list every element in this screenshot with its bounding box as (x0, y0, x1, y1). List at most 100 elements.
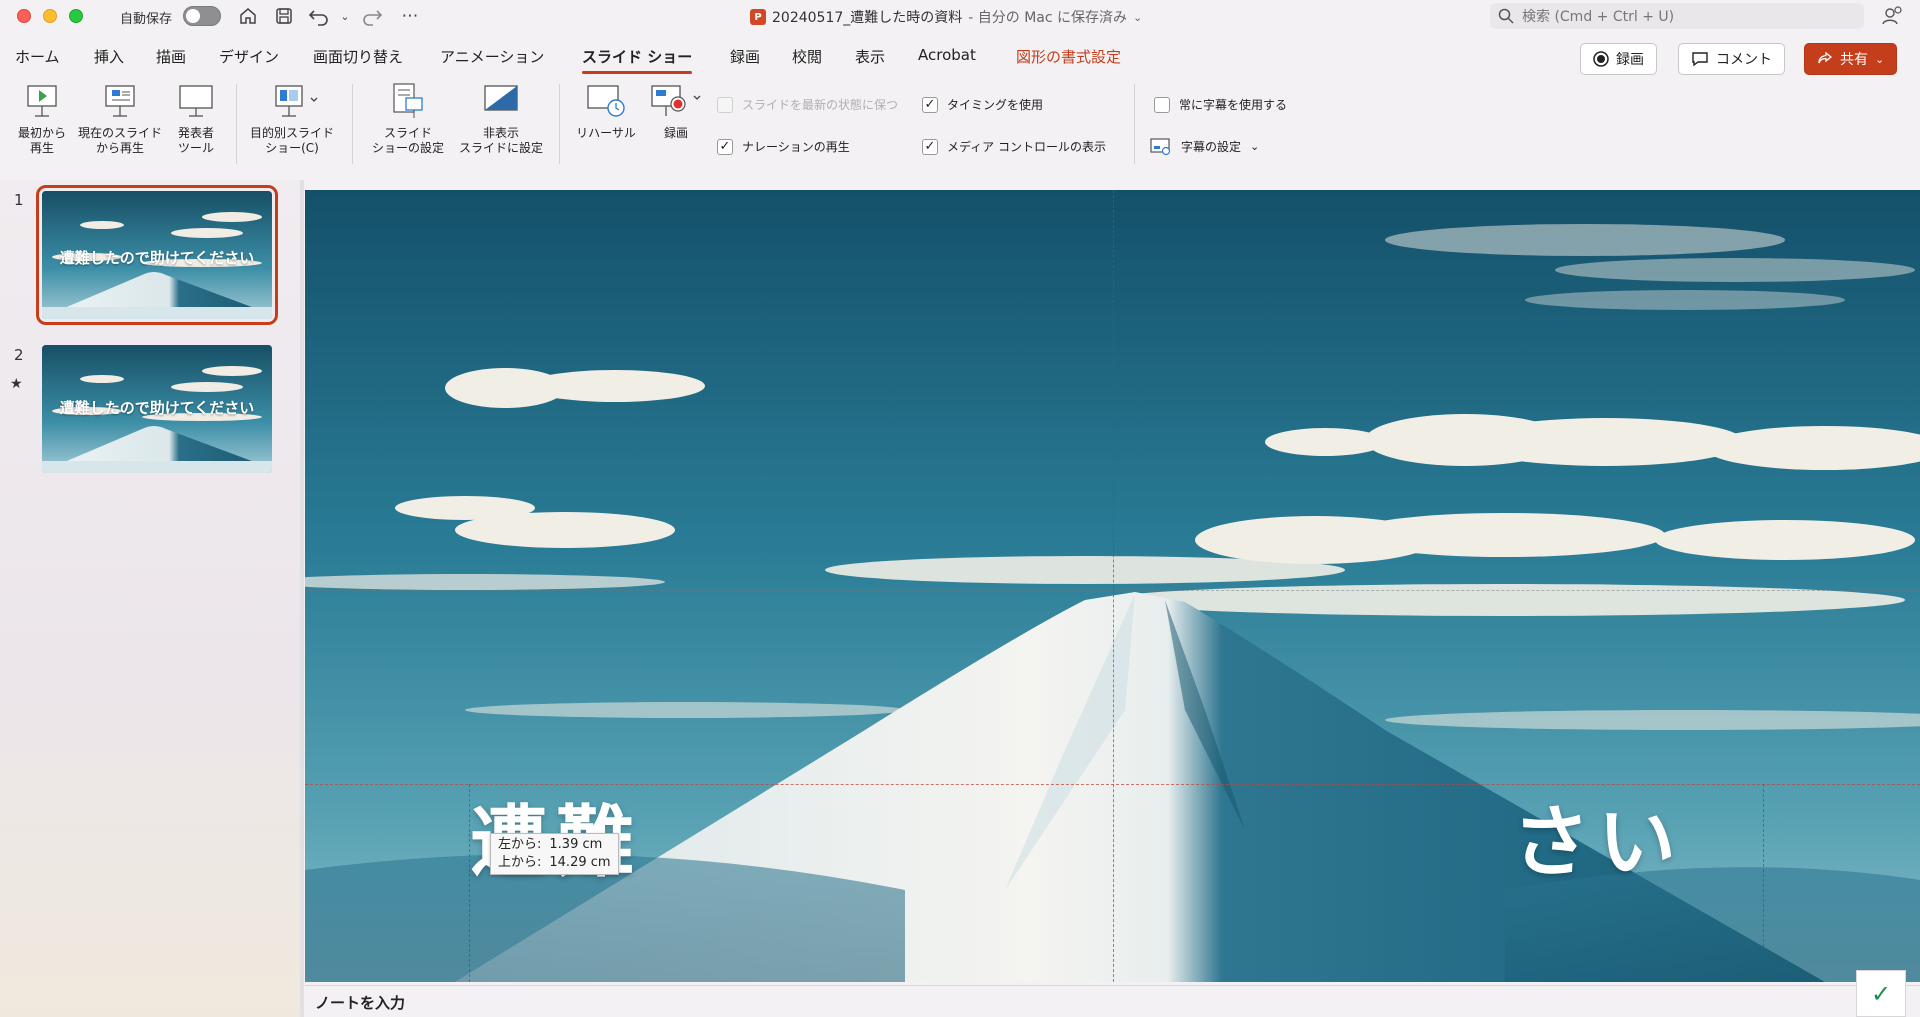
presenter-tools-label-2: ツール (177, 141, 214, 155)
presenter-tools-button[interactable]: 発表者 ツール (170, 80, 222, 156)
save-icon[interactable] (272, 4, 296, 28)
presenter-tools-icon (179, 85, 213, 117)
checkmark-icon: ✓ (922, 138, 938, 155)
subtitle-settings-button[interactable]: 字幕の設定 ⌄ (1150, 136, 1259, 156)
chevron-down-icon: ⌄ (1133, 10, 1143, 24)
tooltip-top-label: 上から: (498, 855, 542, 870)
notes-placeholder: ノートを入力 (315, 994, 406, 1012)
subtitle-settings-icon (1150, 138, 1171, 156)
checkmark-icon: ✓ (717, 138, 733, 155)
slide-thumbnail-title: 遭難したので助けてください (59, 399, 255, 417)
slide-thumbnail-1[interactable]: 遭難したので助けてください (36, 185, 278, 325)
record-icon (1593, 51, 1609, 67)
tooltip-top-value: 14.29 cm (549, 855, 611, 870)
share-icon (1818, 51, 1833, 64)
tab-home[interactable]: ホーム (15, 46, 60, 67)
slideshow-setup-icon (393, 83, 423, 118)
rehearse-timings-label: リハーサル (576, 126, 636, 140)
play-from-current-button[interactable]: 現在のスライド から再生 (74, 80, 166, 156)
tooltip-left-label: 左から: (498, 837, 542, 852)
ribbon: 最初から 再生 現在のスライド から再生 発表者 ツール 目的別スライド ショー… (0, 80, 1920, 172)
undo-icon[interactable] (307, 4, 331, 28)
ribbon-separator (1134, 84, 1135, 164)
share-button-label: 共有 (1840, 52, 1868, 68)
rehearse-timings-button[interactable]: リハーサル (571, 80, 641, 141)
search-placeholder: 検索 (Cmd + Ctrl + U) (1522, 9, 1675, 25)
custom-slideshow-label-1: 目的別スライド (249, 126, 334, 140)
pane-divider[interactable] (300, 180, 304, 1017)
slideshow-setup-label-1: スライド (383, 126, 432, 140)
play-from-current-label-2: から再生 (95, 141, 144, 155)
document-title[interactable]: P 20240517_遭難した時の資料 - 自分の Mac に保存済み ⌄ (750, 7, 1142, 27)
show-media-controls-label: メディア コントロールの表示 (947, 140, 1106, 154)
undo-dropdown-chevron-icon[interactable]: ⌄ (333, 4, 357, 28)
redo-icon[interactable] (360, 4, 384, 28)
keep-slides-updated-label: スライドを最新の状態に保つ (742, 98, 899, 112)
show-media-controls-checkbox[interactable]: ✓ メディア コントロールの表示 (922, 138, 1106, 155)
ribbon-separator (352, 84, 353, 164)
comment-icon (1692, 52, 1708, 67)
zoom-window-button[interactable] (69, 9, 83, 23)
more-options-icon[interactable]: ⋯ (398, 4, 422, 28)
rehearse-timings-icon (587, 85, 625, 117)
slide-editing-canvas[interactable]: 遭難さい 左から: 1.39 cm 上から: 14.29 cm (305, 190, 1920, 982)
keep-slides-updated-box (717, 96, 733, 113)
animation-star-icon: ★ (10, 376, 23, 392)
always-use-subtitles-box (1154, 96, 1170, 113)
tab-slideshow[interactable]: スライド ショー (582, 46, 693, 74)
play-narration-checkbox[interactable]: ✓ ナレーションの再生 (717, 138, 850, 155)
keep-slides-updated-checkbox[interactable]: スライドを最新の状態に保つ (717, 96, 898, 113)
custom-slideshow-icon (275, 85, 318, 117)
subtitle-settings-label: 字幕の設定 (1181, 139, 1242, 154)
checkmark-icon[interactable]: ✓ (1856, 970, 1906, 1017)
comments-button[interactable]: コメント (1678, 43, 1785, 75)
notes-pane[interactable]: ノートを入力 (305, 985, 1920, 1017)
document-name: 20240517_遭難した時の資料 (772, 10, 963, 26)
tab-view[interactable]: 表示 (855, 46, 885, 67)
tab-acrobat[interactable]: Acrobat (918, 46, 976, 64)
chevron-down-icon: ⌄ (1250, 139, 1260, 153)
checkmark-icon: ✓ (922, 96, 938, 113)
tab-review[interactable]: 校閲 (792, 46, 822, 67)
tab-shape-format[interactable]: 図形の書式設定 (1016, 46, 1121, 67)
minimize-window-button[interactable] (43, 9, 57, 23)
custom-slideshow-button[interactable]: 目的別スライド ショー(C) (244, 80, 340, 156)
title-bar: 自動保存 ⌄ ⋯ P 20240517_遭難した時の資料 - 自分の Mac に… (0, 0, 1920, 33)
search-icon (1498, 8, 1514, 24)
play-from-beginning-label-1: 最初から (17, 126, 66, 140)
record-slideshow-button[interactable]: 録画 (645, 80, 707, 141)
save-status: - 自分の Mac に保存済み (968, 10, 1128, 26)
search-box[interactable]: 検索 (Cmd + Ctrl + U) (1490, 3, 1864, 29)
record-button[interactable]: 録画 (1580, 43, 1657, 75)
close-window-button[interactable] (17, 9, 31, 23)
use-timings-checkbox[interactable]: ✓ タイミングを使用 (922, 96, 1043, 113)
tab-insert[interactable]: 挿入 (94, 46, 124, 67)
home-icon[interactable] (236, 4, 260, 28)
autosave-toggle[interactable] (183, 6, 221, 26)
powerpoint-file-icon: P (750, 9, 766, 25)
custom-slideshow-label-2: ショー(C) (265, 141, 319, 155)
hide-slide-icon (484, 85, 518, 111)
slideshow-setup-button[interactable]: スライド ショーの設定 (366, 80, 450, 156)
tab-record[interactable]: 録画 (730, 46, 760, 67)
tab-transitions[interactable]: 画面切り替え (313, 46, 403, 67)
tab-animations[interactable]: アニメーション (440, 46, 544, 67)
slide-number: 1 (14, 191, 24, 209)
chevron-down-icon: ⌄ (1875, 52, 1885, 66)
slide-title-text[interactable]: 遭難さい (470, 780, 1740, 892)
ribbon-separator (559, 84, 560, 164)
tab-design[interactable]: デザイン (219, 46, 279, 67)
hide-slide-button[interactable]: 非表示 スライドに設定 (455, 80, 547, 156)
play-from-beginning-button[interactable]: 最初から 再生 (14, 80, 70, 156)
use-timings-label: タイミングを使用 (947, 98, 1044, 112)
play-from-current-label-1: 現在のスライド (77, 126, 162, 140)
always-use-subtitles-checkbox[interactable]: 常に字幕を使用する (1154, 96, 1287, 113)
play-from-current-icon (105, 85, 135, 117)
play-from-start-icon (27, 85, 57, 117)
account-icon[interactable] (1880, 4, 1904, 28)
slide-title-right-fragment: さい (1512, 798, 1685, 888)
tab-draw[interactable]: 描画 (156, 46, 186, 67)
slide-thumbnail-2[interactable]: 遭難したので助けてください (42, 345, 272, 473)
hide-slide-label-1: 非表示 (482, 126, 519, 140)
share-button[interactable]: 共有 ⌄ (1804, 43, 1898, 75)
